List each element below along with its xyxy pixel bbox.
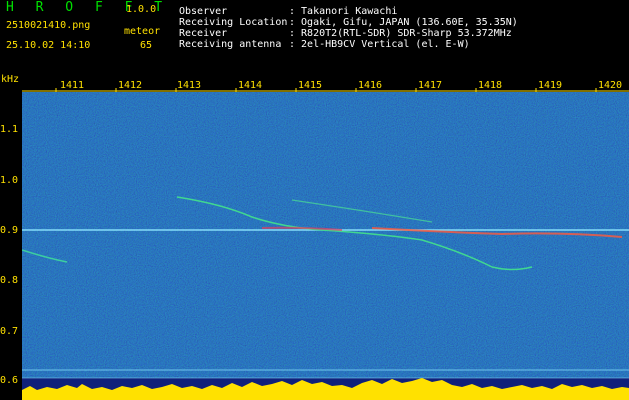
info-label-location: Receiving Location xyxy=(179,17,288,28)
info-label-receiver: Receiver xyxy=(179,28,228,39)
info-value-receiver: : R820T2(RTL-SDR) SDR-Sharp 53.372MHz xyxy=(289,28,512,39)
y-tick-0-9: 0.9 xyxy=(0,225,19,236)
spectrogram-noise xyxy=(22,92,629,378)
y-tick-0-7: 0.7 xyxy=(0,326,19,337)
info-label-antenna: Receiving antenna xyxy=(179,39,282,50)
y-tick-0-8: 0.8 xyxy=(0,275,19,286)
file-name: 2510021410.png xyxy=(6,20,91,31)
meteor-count: 65 xyxy=(140,40,153,51)
y-tick-1-1: 1.1 xyxy=(0,124,19,135)
y-axis-unit: kHz xyxy=(1,74,20,85)
app-version: 1.0.0 xyxy=(126,4,157,15)
detection-label: meteor xyxy=(124,26,161,37)
y-tick-0-6: 0.6 xyxy=(0,375,19,386)
spectrogram xyxy=(22,92,629,400)
info-label-observer: Observer xyxy=(179,6,228,17)
info-value-antenna: : 2el-HB9CV Vertical (el. E-W) xyxy=(289,39,470,50)
hrofft-window: H R O F F T 1.0.0 2510021410.png meteor … xyxy=(0,0,629,400)
info-value-observer: : Takanori Kawachi xyxy=(289,6,398,17)
info-value-location: : Ogaki, Gifu, JAPAN (136.60E, 35.35N) xyxy=(289,17,518,28)
date-time: 25.10.02 14:10 xyxy=(6,40,91,51)
y-tick-1-0: 1.0 xyxy=(0,175,19,186)
